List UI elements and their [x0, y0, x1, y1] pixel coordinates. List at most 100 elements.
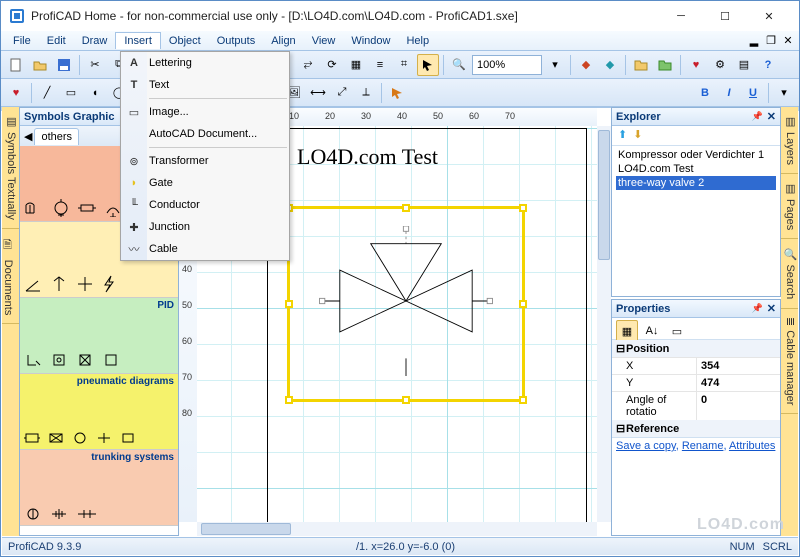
save-button[interactable]	[53, 54, 75, 76]
dd-image[interactable]: ▭Image...	[121, 101, 289, 123]
prop-row-y[interactable]: Y474	[612, 374, 780, 391]
mdi-minimize-icon[interactable]: ▂	[747, 34, 761, 48]
folder1-icon[interactable]	[630, 54, 652, 76]
category-pneumatic[interactable]: pneumatic diagrams	[20, 374, 178, 450]
tab-documents[interactable]: 🗎Documents	[2, 229, 19, 324]
heart-icon[interactable]: ♥	[685, 54, 707, 76]
explorer-item-0[interactable]: Kompressor oder Verdichter 1	[616, 148, 776, 162]
tab-others[interactable]: others	[34, 128, 79, 145]
props-page-icon[interactable]: ▭	[666, 320, 688, 342]
explorer-close-icon[interactable]: ✕	[767, 110, 776, 123]
handle-w[interactable]	[285, 300, 293, 308]
options-icon[interactable]: ▤	[733, 54, 755, 76]
tool-b-icon[interactable]: ◆	[599, 54, 621, 76]
props-pin-icon[interactable]: 📌	[752, 303, 763, 314]
dim3-icon[interactable]: ⟂	[355, 82, 377, 104]
category-pid[interactable]: PID	[20, 298, 178, 374]
flip-v-icon[interactable]: ⥂	[297, 54, 319, 76]
open-button[interactable]	[29, 54, 51, 76]
underline-icon[interactable]: U	[742, 82, 764, 104]
favorite-icon[interactable]: ♥	[5, 82, 27, 104]
close-button[interactable]: ✕	[747, 2, 791, 30]
rect-icon[interactable]: ▭	[60, 82, 82, 104]
italic-icon[interactable]: I	[718, 82, 740, 104]
menu-outputs[interactable]: Outputs	[209, 33, 264, 49]
link-save-copy[interactable]: Save a copy	[616, 440, 676, 452]
explorer-up-icon[interactable]: ⬆	[618, 128, 627, 143]
tab-symbols-textually[interactable]: ▤Symbols Textually	[2, 107, 19, 229]
cut-button[interactable]: ✂	[84, 54, 106, 76]
category-trunking[interactable]: trunking systems	[20, 450, 178, 526]
explorer-list[interactable]: Kompressor oder Verdichter 1 LO4D.com Te…	[612, 146, 780, 296]
group-position[interactable]: ⊟Position	[612, 340, 780, 357]
tab-cable-manager[interactable]: ≣Cable manager	[781, 309, 798, 414]
scrollbar-horizontal[interactable]	[197, 522, 597, 536]
menu-help[interactable]: Help	[398, 33, 437, 49]
canvas-title-text[interactable]: LO4D.com Test	[297, 144, 438, 170]
mdi-close-icon[interactable]: ✕	[781, 34, 795, 48]
scrollbar-vertical[interactable]	[597, 126, 611, 522]
tab-pages[interactable]: ▥Pages	[781, 174, 798, 239]
line-icon[interactable]: ╱	[36, 82, 58, 104]
menu-window[interactable]: Window	[343, 33, 398, 49]
three-way-valve-symbol[interactable]	[311, 226, 501, 376]
group-icon[interactable]: ▦	[345, 54, 367, 76]
dd-lettering[interactable]: ALettering	[121, 52, 289, 74]
dim2-icon[interactable]: ⤢	[331, 82, 353, 104]
zoom-fit-icon[interactable]: 🔍	[448, 54, 470, 76]
align-icon[interactable]: ≡	[369, 54, 391, 76]
color-icon[interactable]: ▾	[773, 82, 795, 104]
handle-e[interactable]	[519, 300, 527, 308]
dimension-icon[interactable]: ⟷	[307, 82, 329, 104]
zoom-combo[interactable]	[472, 55, 542, 75]
explorer-item-2[interactable]: three-way valve 2	[616, 176, 776, 190]
zoom-dropdown-icon[interactable]: ▾	[544, 54, 566, 76]
maximize-button[interactable]: ☐	[703, 2, 747, 30]
tab-prev-icon[interactable]: ◀	[24, 130, 32, 143]
mdi-restore-icon[interactable]: ❐	[764, 34, 778, 48]
rotate-icon[interactable]: ⟳	[321, 54, 343, 76]
pointer-orange-icon[interactable]	[386, 82, 408, 104]
bold-icon[interactable]: B	[694, 82, 716, 104]
handle-sw[interactable]	[285, 396, 293, 404]
explorer-down-icon[interactable]: ⬇	[633, 128, 642, 143]
handle-ne[interactable]	[519, 204, 527, 212]
folder2-icon[interactable]	[654, 54, 676, 76]
dd-text[interactable]: TText	[121, 74, 289, 96]
tab-layers[interactable]: ▥Layers	[781, 107, 798, 174]
tool-a-icon[interactable]: ◆	[575, 54, 597, 76]
menu-align[interactable]: Align	[263, 33, 303, 49]
dd-conductor[interactable]: ╙Conductor	[121, 194, 289, 216]
link-attributes[interactable]: Attributes	[729, 440, 775, 452]
handle-n[interactable]	[402, 204, 410, 212]
handle-se[interactable]	[519, 396, 527, 404]
dd-junction[interactable]: ✚Junction	[121, 216, 289, 238]
dd-cable[interactable]: 〰Cable	[121, 238, 289, 260]
help-icon[interactable]: ?	[757, 54, 779, 76]
prop-row-angle[interactable]: Angle of rotatio0	[612, 391, 780, 420]
cursor-icon[interactable]	[417, 54, 439, 76]
menu-draw[interactable]: Draw	[74, 33, 116, 49]
dd-transformer[interactable]: ⊚Transformer	[121, 150, 289, 172]
menu-insert[interactable]: Insert	[115, 32, 161, 49]
rrect-icon[interactable]: ◖	[84, 82, 106, 104]
prop-row-x[interactable]: X354	[612, 357, 780, 374]
explorer-pin-icon[interactable]: 📌	[752, 111, 763, 122]
menu-edit[interactable]: Edit	[39, 33, 74, 49]
new-button[interactable]	[5, 54, 27, 76]
group-reference[interactable]: ⊟Reference	[612, 420, 780, 437]
props-close-icon[interactable]: ✕	[767, 302, 776, 315]
menu-file[interactable]: File	[5, 33, 39, 49]
handle-s[interactable]	[402, 396, 410, 404]
props-cat-icon[interactable]: ▦	[616, 320, 638, 342]
minimize-button[interactable]: ─	[659, 2, 703, 30]
props-sort-icon[interactable]: A↓	[641, 320, 663, 342]
menu-view[interactable]: View	[304, 33, 344, 49]
dd-autocad[interactable]: AutoCAD Document...	[121, 123, 289, 145]
dd-gate[interactable]: ◗Gate	[121, 172, 289, 194]
snap-icon[interactable]: ⌗	[393, 54, 415, 76]
tab-search[interactable]: 🔍Search	[781, 239, 798, 308]
explorer-item-1[interactable]: LO4D.com Test	[616, 162, 776, 176]
menu-object[interactable]: Object	[161, 33, 209, 49]
link-rename[interactable]: Rename	[682, 440, 724, 452]
